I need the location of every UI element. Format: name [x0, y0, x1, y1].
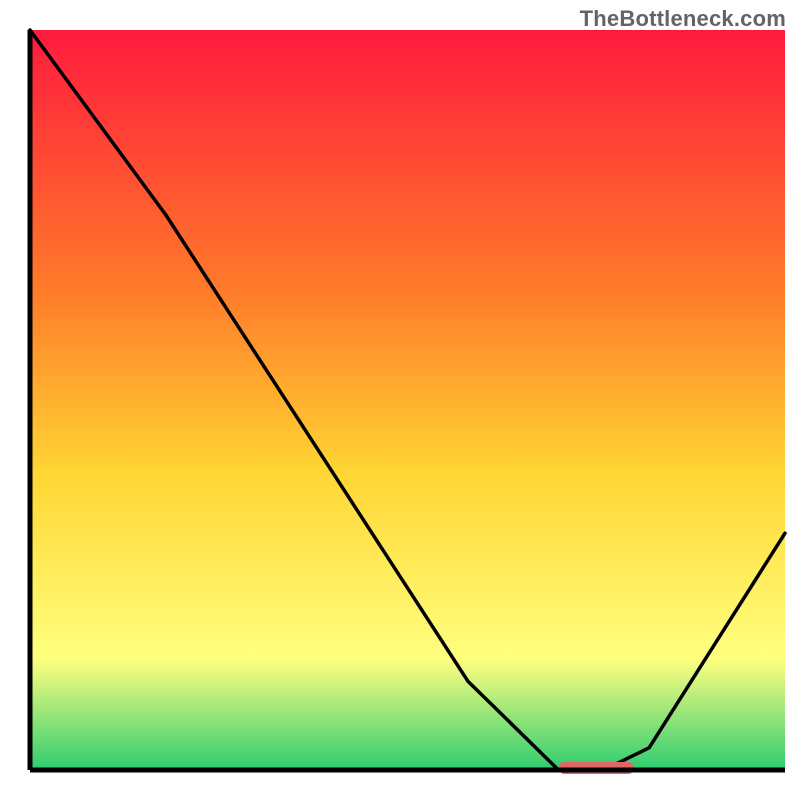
- plot-area: [30, 30, 785, 774]
- chart-stage: TheBottleneck.com: [0, 0, 800, 800]
- gradient-background: [30, 30, 785, 770]
- bottleneck-chart: [0, 0, 800, 800]
- watermark-text: TheBottleneck.com: [580, 6, 786, 32]
